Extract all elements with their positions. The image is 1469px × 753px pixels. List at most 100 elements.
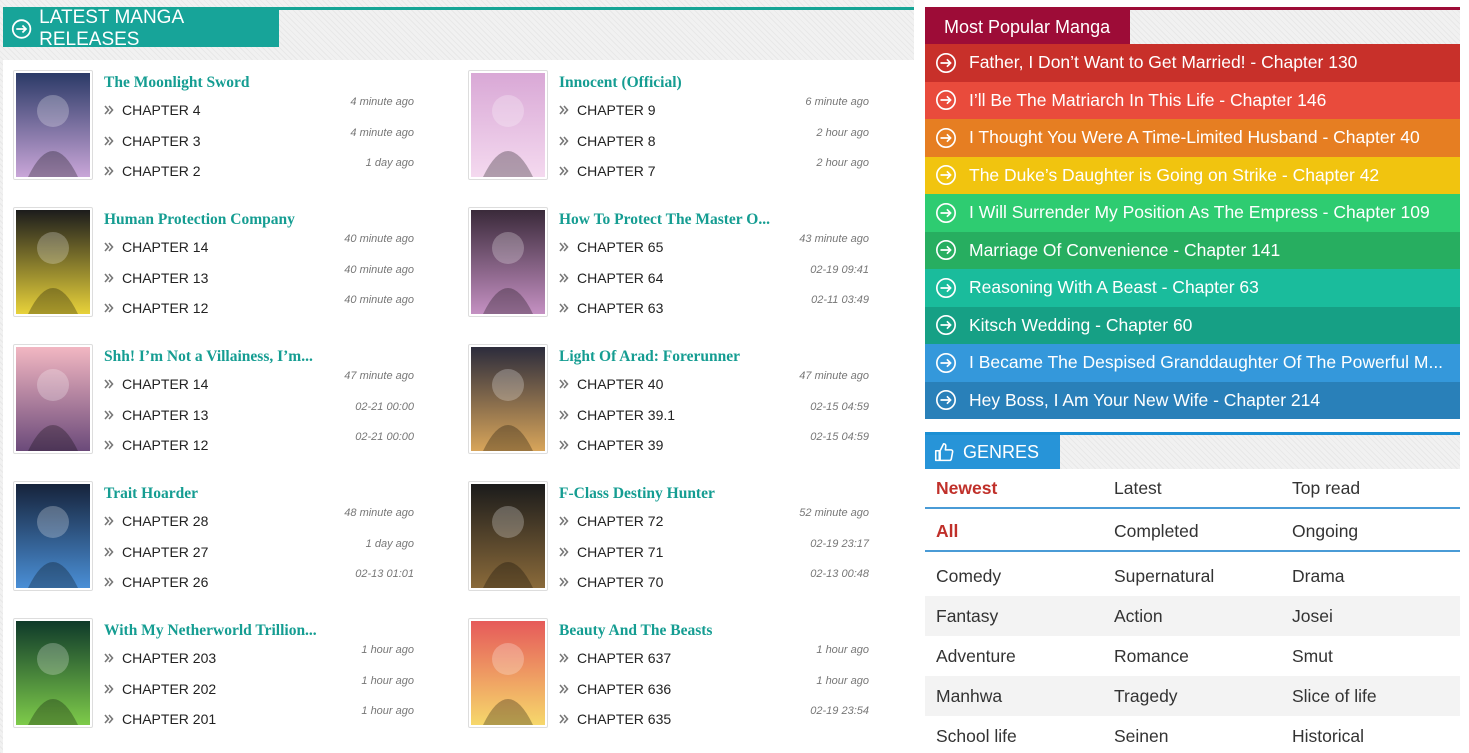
popular-item[interactable]: Reasoning With A Beast - Chapter 63 [925, 269, 1460, 307]
genre-link[interactable]: Josei [1281, 606, 1459, 627]
genre-link[interactable]: Historical [1281, 726, 1459, 747]
popular-item-label: Marriage Of Convenience - Chapter 141 [969, 239, 1281, 260]
popular-item[interactable]: I Became The Despised Granddaughter Of T… [925, 344, 1460, 382]
chapter-time: 2 hour ago [816, 126, 869, 139]
chapter-link[interactable]: CHAPTER 72 52 minute ago [559, 507, 869, 531]
manga-cover[interactable] [13, 481, 93, 591]
genre-row: Newest Latest Top read [925, 469, 1460, 509]
manga-title[interactable]: With My Netherworld Trillion... [104, 622, 414, 640]
genre-link[interactable]: Seinen [1103, 726, 1281, 747]
manga-cover[interactable] [13, 618, 93, 728]
chapter-time: 02-19 09:41 [810, 263, 869, 276]
genre-link[interactable]: Newest [925, 478, 1103, 499]
manga-cover[interactable] [13, 344, 93, 454]
genre-link[interactable]: Comedy [925, 566, 1103, 587]
chapter-link[interactable]: CHAPTER 63 02-11 03:49 [559, 294, 869, 318]
popular-item[interactable]: Marriage Of Convenience - Chapter 141 [925, 231, 1460, 269]
double-chevron-icon [104, 653, 114, 663]
chapter-link[interactable]: CHAPTER 71 02-19 23:17 [559, 538, 869, 562]
popular-item[interactable]: I Thought You Were A Time-Limited Husban… [925, 119, 1460, 157]
genre-link[interactable]: Drama [1281, 566, 1459, 587]
chapter-link[interactable]: CHAPTER 64 02-19 09:41 [559, 264, 869, 288]
chapter-label: CHAPTER 39 [577, 437, 664, 453]
chapter-link[interactable]: CHAPTER 39.1 02-15 04:59 [559, 401, 869, 425]
chapter-link[interactable]: CHAPTER 70 02-13 00:48 [559, 568, 869, 592]
manga-cover[interactable] [468, 70, 548, 180]
genres-tab: GENRES [925, 435, 1060, 469]
chapter-label: CHAPTER 14 [122, 376, 209, 392]
manga-title[interactable]: Trait Hoarder [104, 485, 414, 503]
chapter-link[interactable]: CHAPTER 9 6 minute ago [559, 96, 869, 120]
manga-cover[interactable] [468, 481, 548, 591]
popular-item[interactable]: Father, I Don’t Want to Get Married! - C… [925, 44, 1460, 82]
chapter-link[interactable]: CHAPTER 65 43 minute ago [559, 233, 869, 257]
chapter-link[interactable]: CHAPTER 7 2 hour ago [559, 157, 869, 181]
popular-item[interactable]: Hey Boss, I Am Your New Wife - Chapter 2… [925, 381, 1460, 419]
genre-link[interactable]: Adventure [925, 646, 1103, 667]
genre-link[interactable]: Tragedy [1103, 686, 1281, 707]
popular-item[interactable]: The Duke’s Daughter is Going on Strike -… [925, 156, 1460, 194]
genre-link[interactable]: Top read [1281, 478, 1459, 499]
chapter-link[interactable]: CHAPTER 40 47 minute ago [559, 370, 869, 394]
manga-title[interactable]: Shh! I’m Not a Villainess, I’m... [104, 348, 414, 366]
genre-link[interactable]: Slice of life [1281, 686, 1459, 707]
manga-cover[interactable] [468, 618, 548, 728]
popular-item[interactable]: I Will Surrender My Position As The Empr… [925, 194, 1460, 232]
popular-item[interactable]: I’ll Be The Matriarch In This Life - Cha… [925, 81, 1460, 119]
manga-cover[interactable] [13, 207, 93, 317]
manga-cover[interactable] [468, 344, 548, 454]
double-chevron-icon [104, 379, 114, 389]
chapter-time: 4 minute ago [350, 126, 414, 139]
arrow-circle-icon [936, 165, 956, 186]
double-chevron-icon [559, 242, 569, 252]
genre-link[interactable]: School life [925, 726, 1103, 747]
chapter-link[interactable]: CHAPTER 12 02-21 00:00 [104, 431, 414, 455]
popular-item[interactable]: Kitsch Wedding - Chapter 60 [925, 306, 1460, 344]
manga-cover[interactable] [13, 70, 93, 180]
chapter-link[interactable]: CHAPTER 3 4 minute ago [104, 127, 414, 151]
chapter-link[interactable]: CHAPTER 635 02-19 23:54 [559, 705, 869, 729]
manga-title[interactable]: F-Class Destiny Hunter [559, 485, 869, 503]
chapter-link[interactable]: CHAPTER 202 1 hour ago [104, 675, 414, 699]
genre-link[interactable]: Fantasy [925, 606, 1103, 627]
manga-title[interactable]: Human Protection Company [104, 211, 414, 229]
chapter-link[interactable]: CHAPTER 14 47 minute ago [104, 370, 414, 394]
manga-card: How To Protect The Master O... CHAPTER 65… [458, 197, 908, 325]
double-chevron-icon [559, 577, 569, 587]
arrow-circle-icon [936, 240, 956, 261]
chapter-link[interactable]: CHAPTER 636 1 hour ago [559, 675, 869, 699]
chapter-link[interactable]: CHAPTER 27 1 day ago [104, 538, 414, 562]
chapter-link[interactable]: CHAPTER 4 4 minute ago [104, 96, 414, 120]
genre-link[interactable]: Supernatural [1103, 566, 1281, 587]
manga-card: F-Class Destiny Hunter CHAPTER 72 52 minut… [458, 471, 908, 599]
manga-card: Trait Hoarder CHAPTER 28 48 minute ago CHAP… [3, 471, 453, 599]
chapter-link[interactable]: CHAPTER 28 48 minute ago [104, 507, 414, 531]
chapter-link[interactable]: CHAPTER 26 02-13 01:01 [104, 568, 414, 592]
chapter-link[interactable]: CHAPTER 203 1 hour ago [104, 644, 414, 668]
chapter-link[interactable]: CHAPTER 201 1 hour ago [104, 705, 414, 729]
chapter-time: 02-13 00:48 [810, 568, 869, 580]
chapter-link[interactable]: CHAPTER 13 02-21 00:00 [104, 401, 414, 425]
manga-title[interactable]: How To Protect The Master O... [559, 211, 869, 229]
chapter-label: CHAPTER 13 [122, 269, 209, 286]
chapter-link[interactable]: CHAPTER 2 1 day ago [104, 157, 414, 181]
genre-link[interactable]: Romance [1103, 646, 1281, 667]
manga-title[interactable]: Beauty And The Beasts [559, 622, 869, 640]
genre-link[interactable]: Ongoing [1281, 521, 1459, 542]
chapter-link[interactable]: CHAPTER 14 40 minute ago [104, 233, 414, 257]
chapter-link[interactable]: CHAPTER 12 40 minute ago [104, 294, 414, 318]
chapter-link[interactable]: CHAPTER 39 02-15 04:59 [559, 431, 869, 455]
chapter-link[interactable]: CHAPTER 8 2 hour ago [559, 127, 869, 151]
genre-link[interactable]: Manhwa [925, 686, 1103, 707]
genre-link[interactable]: All [925, 521, 1103, 542]
manga-title[interactable]: Innocent (Official) [559, 74, 869, 92]
manga-title[interactable]: Light Of Arad: Forerunner [559, 348, 869, 366]
chapter-link[interactable]: CHAPTER 637 1 hour ago [559, 644, 869, 668]
genre-link[interactable]: Smut [1281, 646, 1459, 667]
manga-title[interactable]: The Moonlight Sword [104, 74, 414, 92]
chapter-link[interactable]: CHAPTER 13 40 minute ago [104, 264, 414, 288]
genre-link[interactable]: Completed [1103, 521, 1281, 542]
genre-link[interactable]: Action [1103, 606, 1281, 627]
genre-link[interactable]: Latest [1103, 478, 1281, 499]
manga-cover[interactable] [468, 207, 548, 317]
